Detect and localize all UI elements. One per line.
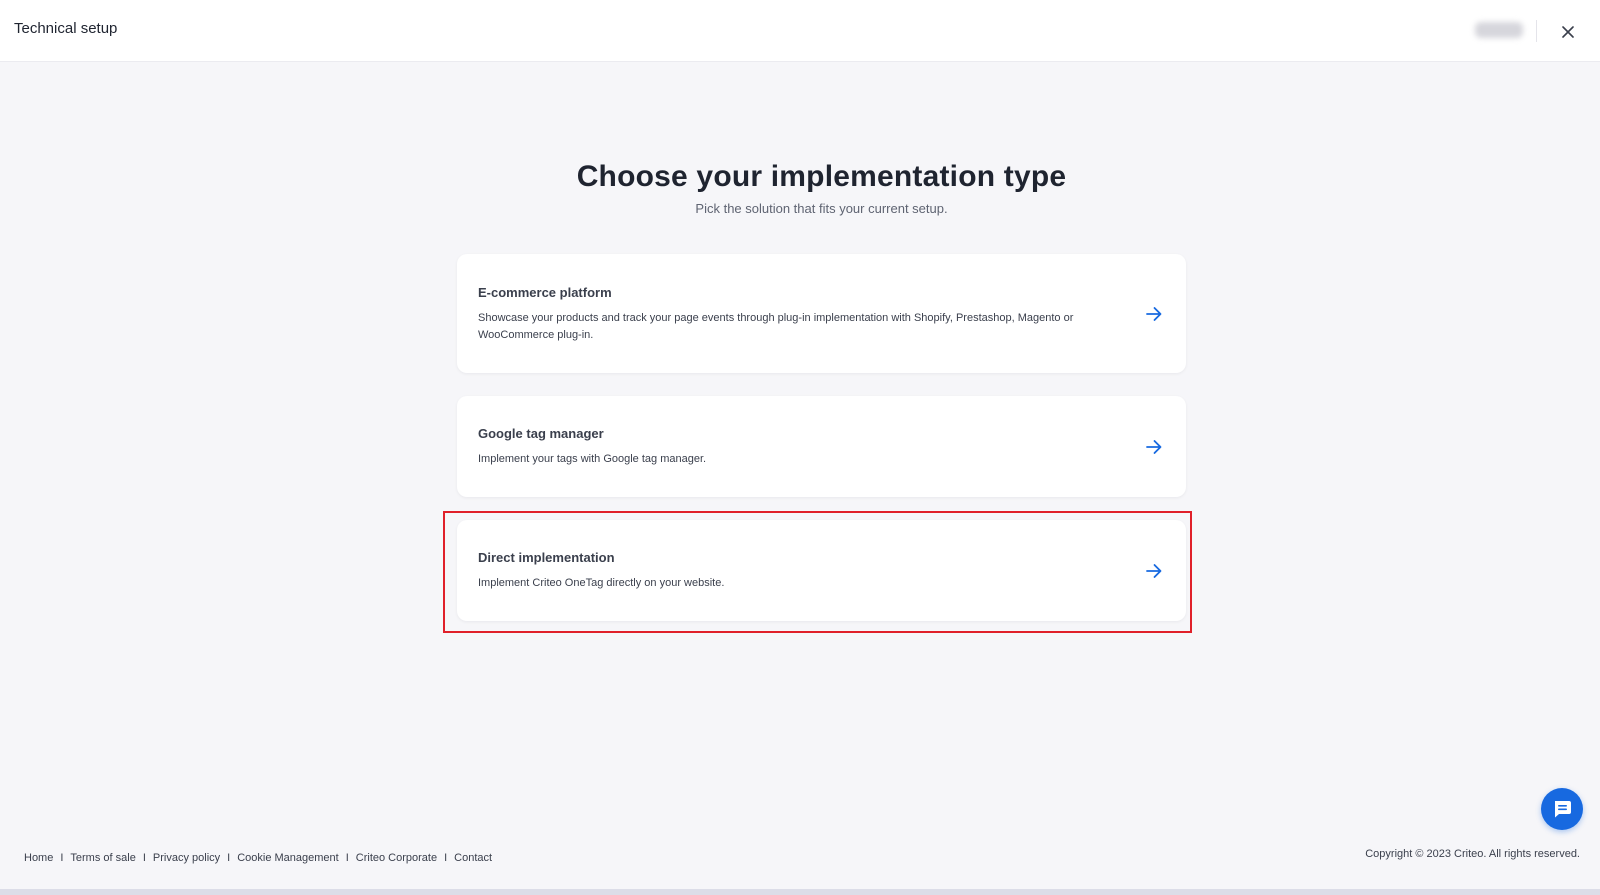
option-title: Google tag manager [478, 426, 604, 441]
arrow-right-icon [1146, 306, 1162, 321]
option-description: Implement your tags with Google tag mana… [478, 453, 707, 465]
footer-separator: I [142, 852, 146, 864]
footer-link-contact[interactable]: Contact [454, 852, 492, 864]
footer-link-privacy-policy[interactable]: Privacy policy [153, 852, 220, 864]
footer-link-cookie-management[interactable]: Cookie Management [237, 852, 339, 864]
option-description: Showcase your products and track your pa… [478, 312, 1074, 341]
option-title: Direct implementation [478, 550, 615, 565]
user-menu-blurred[interactable] [1475, 22, 1523, 38]
footer-link-terms-of-sale[interactable]: Terms of sale [70, 852, 135, 864]
footer-links: Home I Terms of sale I Privacy policy I … [24, 852, 492, 864]
chat-button[interactable] [1541, 788, 1583, 830]
footer-separator: I [227, 852, 231, 864]
bottom-scrollbar[interactable] [0, 889, 1600, 895]
footer-separator: I [444, 852, 448, 864]
top-header: Technical setup [0, 0, 1600, 62]
arrow-right-icon [1146, 439, 1162, 454]
option-card-google-tag-manager[interactable]: Google tag manager Implement your tags w… [457, 396, 1186, 497]
footer-link-criteo-corporate[interactable]: Criteo Corporate [356, 852, 437, 864]
close-button[interactable] [1556, 20, 1580, 44]
page: Technical setup Choose your implementati… [0, 0, 1600, 895]
option-card-ecommerce-platform[interactable]: E-commerce platform Showcase your produc… [457, 254, 1186, 373]
option-title: E-commerce platform [478, 285, 612, 300]
option-description: Implement Criteo OneTag directly on your… [478, 577, 725, 589]
page-subtitle: Pick the solution that fits your current… [695, 201, 948, 216]
close-icon [1562, 26, 1574, 38]
chat-icon [1555, 801, 1571, 818]
page-title: Choose your implementation type [576, 160, 1067, 193]
footer-link-home[interactable]: Home [24, 852, 53, 864]
copyright-text: Copyright © 2023 Criteo. All rights rese… [1365, 848, 1580, 860]
footer-separator: I [345, 852, 349, 864]
arrow-right-icon [1146, 563, 1162, 578]
footer-separator: I [60, 852, 64, 864]
header-divider [1536, 20, 1537, 42]
option-card-direct-implementation[interactable]: Direct implementation Implement Criteo O… [457, 520, 1186, 621]
header-title: Technical setup [14, 20, 118, 37]
